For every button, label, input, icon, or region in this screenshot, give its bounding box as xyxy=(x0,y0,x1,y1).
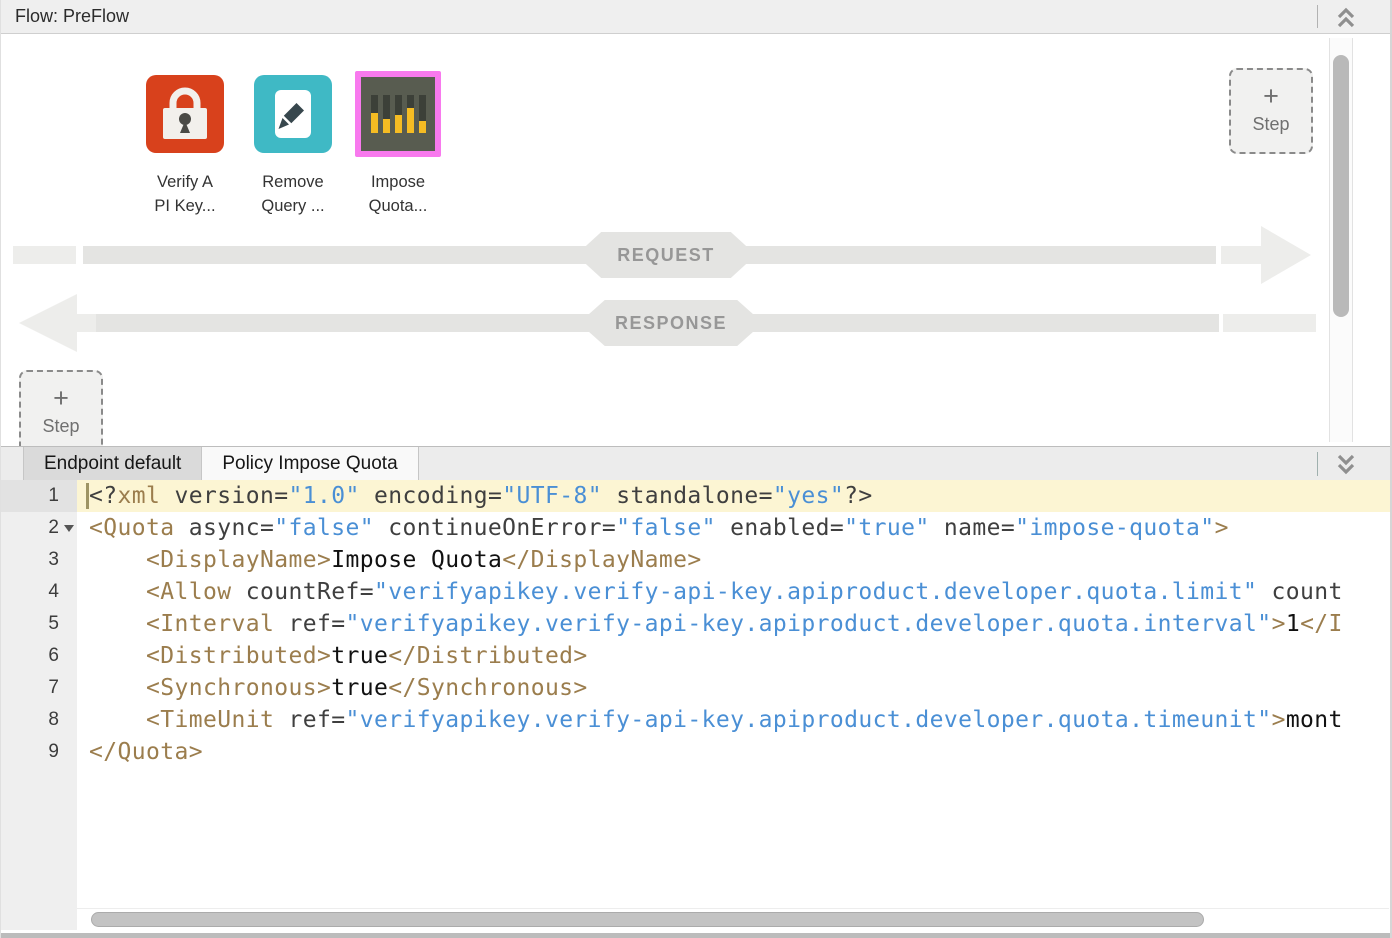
request-label: REQUEST xyxy=(617,245,715,266)
policy-impose-quota[interactable]: Impose Quota... xyxy=(351,68,445,218)
flow-vertical-scrollbar-thumb[interactable] xyxy=(1333,55,1349,317)
code-line-8[interactable]: 8 <TimeUnit ref="verifyapikey.verify-api… xyxy=(1,704,1392,736)
policy-label: Verify A PI Key... xyxy=(140,170,230,218)
line-number: 9 xyxy=(1,736,77,768)
xml-code-editor[interactable]: 1<?xml version="1.0" encoding="UTF-8" st… xyxy=(1,480,1392,938)
impose-quota-policy-icon-selected xyxy=(355,71,441,157)
line-number: 3 xyxy=(1,544,77,576)
code-text[interactable]: <Quota async="false" continueOnError="fa… xyxy=(77,512,1392,544)
editor-panel-collapse-button[interactable] xyxy=(1332,451,1360,477)
code-text[interactable]: </Quota> xyxy=(77,736,1392,768)
code-line-4[interactable]: 4 <Allow countRef="verifyapikey.verify-a… xyxy=(1,576,1392,608)
line-number: 5 xyxy=(1,608,77,640)
code-text[interactable]: <Interval ref="verifyapikey.verify-api-k… xyxy=(77,608,1392,640)
code-line-2[interactable]: 2<Quota async="false" continueOnError="f… xyxy=(1,512,1392,544)
plus-icon: + xyxy=(1231,81,1311,111)
response-label: RESPONSE xyxy=(615,313,727,334)
editor-tabs: Endpoint default Policy Impose Quota xyxy=(23,447,419,480)
editor-horizontal-scrollbar-track xyxy=(77,908,1389,930)
policy-remove-query[interactable]: Remove Query ... xyxy=(248,68,338,218)
proxy-editor-window: Flow: PreFlow xyxy=(0,0,1392,938)
request-flow-segment-right xyxy=(1221,246,1263,264)
policy-label-line2: Quota... xyxy=(351,194,445,218)
plus-icon: + xyxy=(21,383,101,413)
request-flow-badge: REQUEST xyxy=(576,232,756,278)
code-text[interactable]: <Distributed>true</Distributed> xyxy=(77,640,1392,672)
code-line-3[interactable]: 3 <DisplayName>Impose Quota</DisplayName… xyxy=(1,544,1392,576)
tab-label: Endpoint default xyxy=(44,453,181,475)
header-separator xyxy=(1317,5,1318,28)
code-text[interactable]: <?xml version="1.0" encoding="UTF-8" sta… xyxy=(77,480,1392,512)
double-chevron-down-icon xyxy=(1335,452,1357,476)
flow-panel-header: Flow: PreFlow xyxy=(1,0,1392,34)
code-line-6[interactable]: 6 <Distributed>true</Distributed> xyxy=(1,640,1392,672)
line-number: 2 xyxy=(1,512,77,544)
step-button-label: Step xyxy=(1231,114,1311,135)
code-text[interactable]: <TimeUnit ref="verifyapikey.verify-api-k… xyxy=(77,704,1392,736)
line-number: 6 xyxy=(1,640,77,672)
text-cursor xyxy=(86,483,89,509)
lock-icon xyxy=(146,75,224,153)
tab-endpoint-default[interactable]: Endpoint default xyxy=(23,447,202,480)
policy-icon-box xyxy=(351,68,445,160)
policy-label: Impose Quota... xyxy=(351,170,445,218)
policy-verify-api-key[interactable]: Verify A PI Key... xyxy=(140,68,230,218)
editor-horizontal-scrollbar-thumb[interactable] xyxy=(91,912,1204,927)
response-flow-segment-right xyxy=(1223,314,1316,332)
code-text[interactable]: <Synchronous>true</Synchronous> xyxy=(77,672,1392,704)
window-bottom-border xyxy=(1,930,1392,938)
code-rows: 1<?xml version="1.0" encoding="UTF-8" st… xyxy=(1,480,1392,768)
policy-icon-box xyxy=(140,68,230,160)
flow-vertical-scrollbar-track xyxy=(1329,38,1353,442)
tab-bar-separator xyxy=(1317,452,1318,476)
code-line-7[interactable]: 7 <Synchronous>true</Synchronous> xyxy=(1,672,1392,704)
editor-tab-bar: Endpoint default Policy Impose Quota xyxy=(1,446,1392,480)
policy-label-line1: Remove xyxy=(248,170,338,194)
double-chevron-up-icon xyxy=(1335,6,1357,30)
line-number: 4 xyxy=(1,576,77,608)
request-flow-segment-left xyxy=(13,246,76,264)
tab-policy-impose-quota[interactable]: Policy Impose Quota xyxy=(202,447,418,480)
flow-panel-collapse-button[interactable] xyxy=(1332,4,1360,31)
flow-panel-title: Flow: PreFlow xyxy=(15,6,129,27)
response-flow-badge: RESPONSE xyxy=(579,300,763,346)
bar-chart-icon xyxy=(361,77,435,151)
policy-label-line1: Impose xyxy=(351,170,445,194)
line-number: 1 xyxy=(1,480,77,512)
code-line-5[interactable]: 5 <Interval ref="verifyapikey.verify-api… xyxy=(1,608,1392,640)
pencil-icon xyxy=(254,75,332,153)
remove-query-policy-icon xyxy=(254,75,332,153)
policy-label-line2: Query ... xyxy=(248,194,338,218)
fold-caret-icon[interactable] xyxy=(64,525,74,532)
step-button-label: Step xyxy=(21,416,101,437)
tab-label: Policy Impose Quota xyxy=(222,453,397,475)
add-step-button-response[interactable]: + Step xyxy=(19,370,103,446)
line-number: 8 xyxy=(1,704,77,736)
code-line-1[interactable]: 1<?xml version="1.0" encoding="UTF-8" st… xyxy=(1,480,1392,512)
request-arrowhead-icon xyxy=(1261,226,1311,284)
policy-label-line2: PI Key... xyxy=(140,194,230,218)
response-arrowhead-icon xyxy=(19,294,77,352)
code-text[interactable]: <Allow countRef="verifyapikey.verify-api… xyxy=(77,576,1392,608)
add-step-button-request[interactable]: + Step xyxy=(1229,68,1313,154)
flow-canvas: Verify A PI Key... Remove Query ... xyxy=(1,34,1392,446)
policy-icon-box xyxy=(248,68,338,160)
code-line-9[interactable]: 9</Quota> xyxy=(1,736,1392,768)
policy-label-line1: Verify A xyxy=(140,170,230,194)
policy-label: Remove Query ... xyxy=(248,170,338,218)
verify-api-key-policy-icon xyxy=(146,75,224,153)
response-flow-segment-left xyxy=(71,314,96,332)
line-number: 7 xyxy=(1,672,77,704)
code-text[interactable]: <DisplayName>Impose Quota</DisplayName> xyxy=(77,544,1392,576)
